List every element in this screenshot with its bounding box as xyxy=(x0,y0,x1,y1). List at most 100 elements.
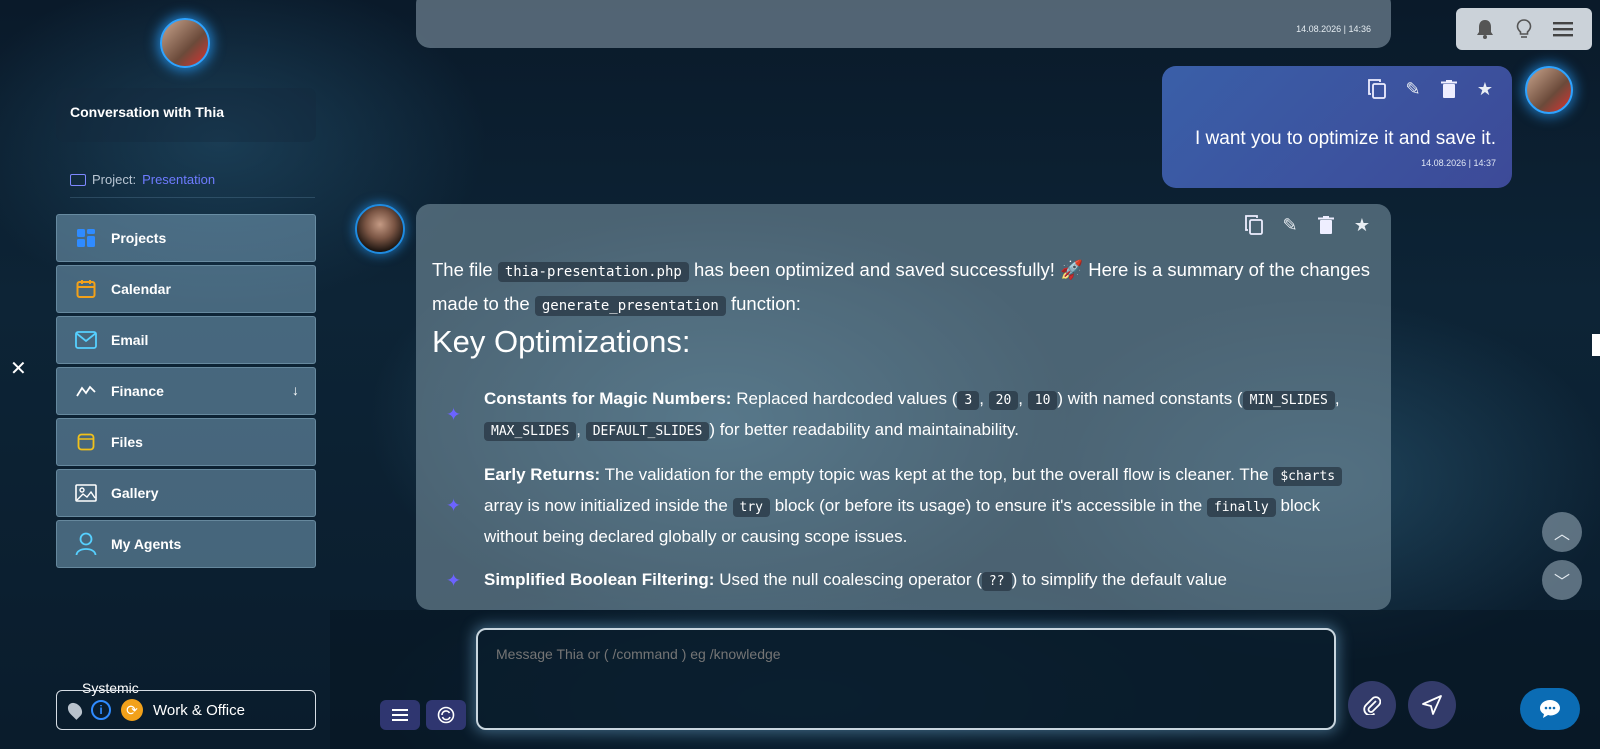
inline-code: generate_presentation xyxy=(534,296,726,316)
scroll-down-button[interactable]: ﹀ xyxy=(1542,560,1582,600)
folder-icon xyxy=(70,173,86,186)
bullet-text: The validation for the empty topic was k… xyxy=(600,465,1274,484)
list-item: ✦ Early Returns: The validation for the … xyxy=(446,460,1346,551)
bullet-text: ) with named constants ( xyxy=(1057,389,1243,408)
sidebar: Conversation with Thia Project: Presenta… xyxy=(0,0,330,749)
close-icon[interactable]: ✕ xyxy=(10,356,27,380)
scroll-up-button[interactable]: ︿ xyxy=(1542,512,1582,552)
inline-code: 20 xyxy=(988,391,1019,410)
bullet-text: ) to simplify the default value xyxy=(1011,570,1228,589)
scrollbar-thumb[interactable] xyxy=(1592,334,1600,356)
chat-fab-button[interactable] xyxy=(1520,688,1580,730)
user-icon xyxy=(75,532,97,556)
copy-icon[interactable] xyxy=(1243,214,1265,236)
sparkle-icon: ✦ xyxy=(446,570,462,590)
sidebar-item-label: Gallery xyxy=(111,485,159,501)
inline-code: ?? xyxy=(981,572,1012,591)
message-input[interactable] xyxy=(476,628,1336,730)
bullet-title: Constants for Magic Numbers: xyxy=(484,389,732,408)
sidebar-item-calendar[interactable]: Calendar xyxy=(56,265,316,313)
sidebar-item-projects[interactable]: Projects xyxy=(56,214,316,262)
edit-icon[interactable]: ✎ xyxy=(1402,78,1424,100)
location-pin-icon[interactable] xyxy=(65,700,85,720)
inline-code: 10 xyxy=(1027,391,1058,410)
bell-icon[interactable] xyxy=(1474,18,1496,40)
menu-icon[interactable] xyxy=(1552,18,1574,40)
sparkle-icon: ✦ xyxy=(446,495,462,515)
image-icon xyxy=(75,482,97,504)
bullet-text: array is now initialized inside the xyxy=(484,496,733,515)
inline-code: 3 xyxy=(957,391,980,410)
context-selector[interactable]: i ⟳ Work & Office xyxy=(56,690,316,730)
attach-button[interactable] xyxy=(1348,681,1396,729)
message-timestamp: 14.08.2026 | 14:37 xyxy=(1421,158,1496,168)
copy-icon[interactable] xyxy=(1366,78,1388,100)
section-heading: Key Optimizations: xyxy=(432,324,691,359)
bullet-text: ) for better readability and maintainabi… xyxy=(709,420,1019,439)
assistant-message: ✎ ★ The file thia-presentation.php has b… xyxy=(416,204,1391,610)
message-actions: ✎ ★ xyxy=(1366,78,1496,100)
conversation-title: Conversation with Thia xyxy=(56,88,316,142)
list-item: ✦ Simplified Boolean Filtering: Used the… xyxy=(446,565,1346,596)
sidebar-item-label: My Agents xyxy=(111,536,182,552)
message-timestamp: 14.08.2026 | 14:36 xyxy=(1296,24,1371,34)
list-menu-button[interactable] xyxy=(380,700,420,730)
previous-message: 14.08.2026 | 14:36 xyxy=(416,0,1391,48)
info-icon[interactable]: i xyxy=(91,700,111,720)
sidebar-item-my-agents[interactable]: My Agents xyxy=(56,520,316,568)
inline-code: DEFAULT_SLIDES xyxy=(585,422,710,441)
bullet-text: Replaced hardcoded values ( xyxy=(731,389,958,408)
sidebar-nav: Projects Calendar Email Finance ↓ Files … xyxy=(56,214,316,571)
refresh-button[interactable] xyxy=(426,700,466,730)
sidebar-item-gallery[interactable]: Gallery xyxy=(56,469,316,517)
sidebar-item-label: Finance xyxy=(111,383,164,399)
send-button[interactable] xyxy=(1408,681,1456,729)
bullet-text: Used the null coalescing operator ( xyxy=(714,570,982,589)
trash-icon[interactable] xyxy=(1438,78,1460,100)
context-value: Work & Office xyxy=(153,701,245,719)
bullet-title: Simplified Boolean Filtering: xyxy=(484,570,715,589)
optimization-list: ✦ Constants for Magic Numbers: Replaced … xyxy=(446,384,1346,610)
inline-code: try xyxy=(732,498,770,517)
sidebar-item-label: Projects xyxy=(111,230,167,246)
star-icon[interactable]: ★ xyxy=(1351,214,1373,236)
project-value[interactable]: Presentation xyxy=(142,172,215,187)
intro-text: The file xyxy=(432,259,498,280)
lightbulb-icon[interactable] xyxy=(1513,18,1535,40)
bullet-text: block (or before its usage) to ensure it… xyxy=(770,496,1207,515)
project-row[interactable]: Project: Presentation xyxy=(70,172,315,198)
mail-icon xyxy=(75,329,97,351)
sidebar-avatar[interactable] xyxy=(160,18,210,68)
intro-text: function: xyxy=(725,293,801,314)
star-icon[interactable]: ★ xyxy=(1474,78,1496,100)
user-message: ✎ ★ I want you to optimize it and save i… xyxy=(1162,66,1512,188)
bullet-title: Early Returns: xyxy=(484,465,601,484)
chart-icon xyxy=(75,380,97,402)
grid-icon xyxy=(75,227,97,249)
sidebar-item-email[interactable]: Email xyxy=(56,316,316,364)
sidebar-item-label: Calendar xyxy=(111,281,171,297)
edit-icon[interactable]: ✎ xyxy=(1279,214,1301,236)
inline-code: MAX_SLIDES xyxy=(484,422,577,441)
user-avatar[interactable] xyxy=(1525,66,1573,114)
assistant-intro: The file thia-presentation.php has been … xyxy=(432,254,1372,322)
thia-avatar[interactable] xyxy=(355,204,405,254)
sidebar-item-label: Files xyxy=(111,434,143,450)
file-icon xyxy=(75,431,97,453)
list-item: ✦ Constants for Magic Numbers: Replaced … xyxy=(446,389,1340,441)
sidebar-item-finance[interactable]: Finance ↓ xyxy=(56,367,316,415)
user-message-text: I want you to optimize it and save it. xyxy=(1195,128,1496,149)
trash-icon[interactable] xyxy=(1315,214,1337,236)
calendar-icon xyxy=(75,278,97,300)
chevron-down-icon[interactable]: ↓ xyxy=(292,382,299,398)
inline-code: thia-presentation.php xyxy=(497,262,689,282)
project-label: Project: xyxy=(92,172,137,187)
top-toolbar xyxy=(1456,8,1592,50)
sidebar-item-files[interactable]: Files xyxy=(56,418,316,466)
inline-code: $charts xyxy=(1273,467,1343,486)
sync-icon[interactable]: ⟳ xyxy=(121,699,143,721)
sidebar-item-label: Email xyxy=(111,332,149,348)
message-actions: ✎ ★ xyxy=(1243,214,1373,236)
inline-code: finally xyxy=(1206,498,1276,517)
sparkle-icon: ✦ xyxy=(446,404,462,425)
